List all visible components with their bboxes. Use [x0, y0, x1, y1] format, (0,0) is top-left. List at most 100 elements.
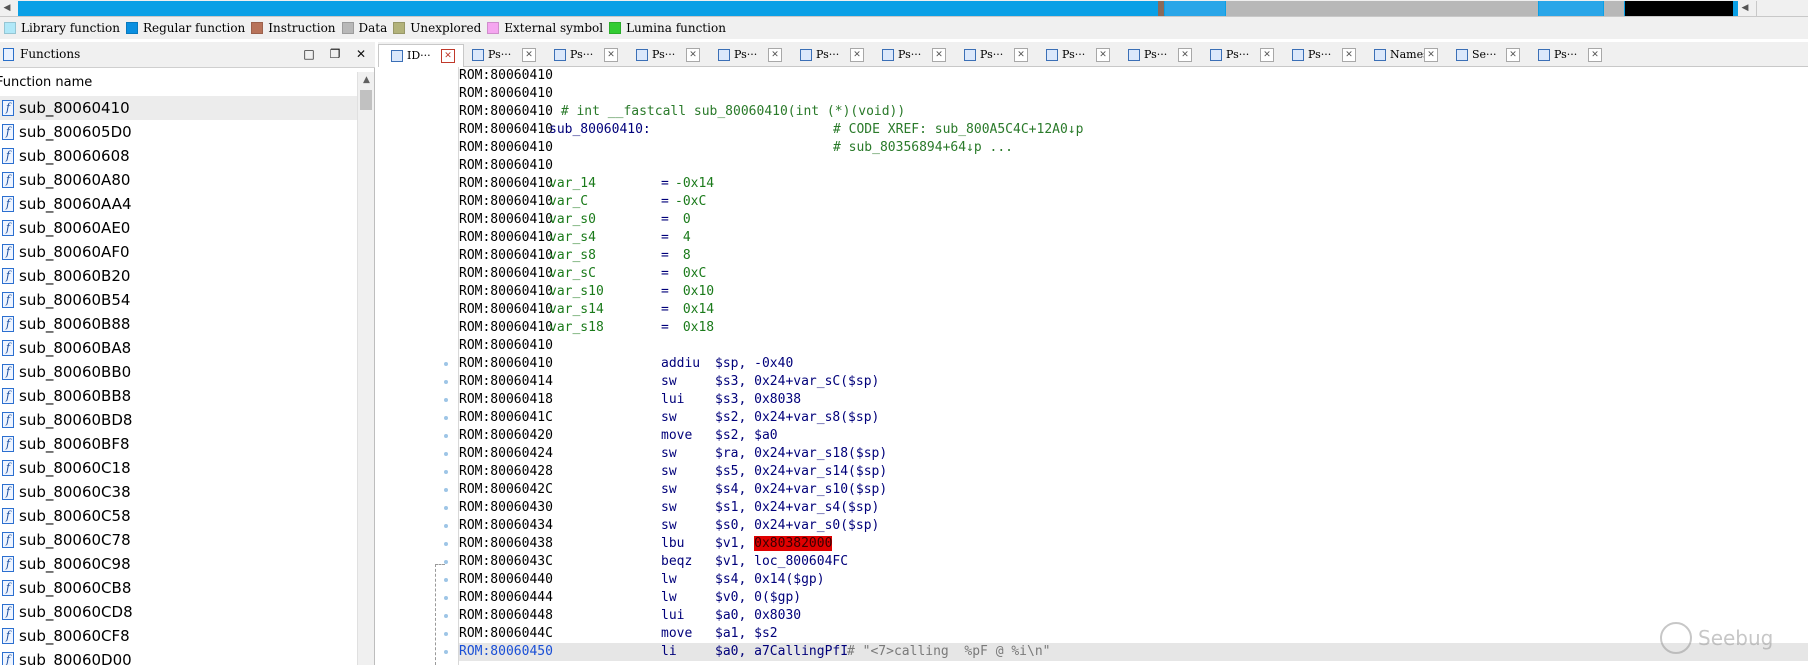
- function-list-item[interactable]: f sub_80060AF0: [0, 240, 357, 264]
- instruction-operands[interactable]: $s2, $a0: [715, 427, 778, 445]
- instruction-operands[interactable]: $v0, 0($gp): [715, 589, 801, 607]
- disassembly-line[interactable]: ROM:80060410: [459, 337, 1808, 355]
- stack-variable[interactable]: var_s10: [549, 283, 604, 301]
- functions-vertical-scrollbar[interactable]: ▲: [357, 72, 374, 665]
- instruction-operands[interactable]: $ra, 0x24+var_s18($sp): [715, 445, 887, 463]
- disassembly-line[interactable]: ROM:80060438 lbu $v1, 0x80382000: [459, 535, 1808, 553]
- instruction-operands[interactable]: $s3, 0x24+var_sC($sp): [715, 373, 879, 391]
- tab-close-icon[interactable]: ✕: [1588, 48, 1602, 62]
- tab[interactable]: Ps··· ✕: [1280, 44, 1366, 66]
- function-list-item[interactable]: f sub_80060BA8: [0, 336, 357, 360]
- disassembly-line[interactable]: ROM:80060410 addiu $sp, -0x40: [459, 355, 1808, 373]
- disassembly-line[interactable]: ROM:8006042C sw $s4, 0x24+var_s10($sp): [459, 481, 1808, 499]
- tab-close-icon[interactable]: ✕: [1014, 48, 1028, 62]
- disassembly-line[interactable]: ROM:80060444 lw $v0, 0($gp): [459, 589, 1808, 607]
- stack-variable[interactable]: var_C: [549, 193, 588, 211]
- tab-close-icon[interactable]: ✕: [604, 48, 618, 62]
- instruction-operands[interactable]: $s2, 0x24+var_s8($sp): [715, 409, 879, 427]
- tab[interactable]: Ps··· ✕: [1526, 44, 1612, 66]
- disassembly-line[interactable]: ROM:80060418 lui $s3, 0x8038: [459, 391, 1808, 409]
- instruction-operands[interactable]: $v1, 0x80382000: [715, 535, 833, 553]
- function-list-item[interactable]: f sub_80060AE0: [0, 216, 357, 240]
- disassembly-line[interactable]: ROM:8006043C beqz $v1, loc_800604FC: [459, 553, 1808, 571]
- nav-left-arrow-icon[interactable]: ◀: [0, 0, 14, 17]
- instruction-mnemonic[interactable]: sw: [661, 373, 677, 391]
- xref-comment[interactable]: # CODE XREF: sub_800A5C4C+12A0↓p: [833, 121, 1083, 139]
- breakpoint-marker-icon[interactable]: [444, 596, 448, 600]
- instruction-mnemonic[interactable]: sw: [661, 499, 677, 517]
- disassembly-line[interactable]: ROM:80060410: [459, 85, 1808, 103]
- instruction-mnemonic[interactable]: addiu: [661, 355, 700, 373]
- disassembly-line[interactable]: ROM:80060410 var_s14 = 0x14: [459, 301, 1808, 319]
- function-list-item[interactable]: f sub_80060410: [0, 96, 357, 120]
- disassembly-line[interactable]: ROM:80060410: [459, 67, 1808, 85]
- function-label[interactable]: sub_80060410:: [549, 121, 651, 139]
- xref-comment[interactable]: # sub_80356894+64↓p ...: [833, 139, 1013, 157]
- breakpoint-marker-icon[interactable]: [444, 632, 448, 636]
- breakpoint-marker-icon[interactable]: [444, 452, 448, 456]
- function-list-item[interactable]: f sub_800605D0: [0, 120, 357, 144]
- function-list-item[interactable]: f sub_80060AA4: [0, 192, 357, 216]
- stack-variable[interactable]: var_s14: [549, 301, 604, 319]
- tab-close-icon[interactable]: ✕: [441, 49, 455, 63]
- function-list-item[interactable]: f sub_80060CB8: [0, 576, 357, 600]
- minimize-icon[interactable]: □: [300, 45, 318, 63]
- disassembly-line[interactable]: ROM:80060448 lui $a0, 0x8030: [459, 607, 1808, 625]
- function-list-item[interactable]: f sub_80060608: [0, 144, 357, 168]
- disassembly-line[interactable]: ROM:80060440 lw $s4, 0x14($gp): [459, 571, 1808, 589]
- tab[interactable]: Ps··· ✕: [1034, 44, 1120, 66]
- breakpoint-marker-icon[interactable]: [444, 560, 448, 564]
- instruction-mnemonic[interactable]: lw: [661, 571, 677, 589]
- stack-variable[interactable]: var_14: [549, 175, 596, 193]
- breakpoint-marker-icon[interactable]: [444, 542, 448, 546]
- instruction-mnemonic[interactable]: lbu: [661, 535, 684, 553]
- disassembly-line[interactable]: ROM:80060414 sw $s3, 0x24+var_sC($sp): [459, 373, 1808, 391]
- breakpoint-marker-icon[interactable]: [444, 416, 448, 420]
- disassembly-line[interactable]: ROM:8006041C sw $s2, 0x24+var_s8($sp): [459, 409, 1808, 427]
- tab-close-icon[interactable]: ✕: [1342, 48, 1356, 62]
- breakpoint-marker-icon[interactable]: [444, 470, 448, 474]
- disassembly-line[interactable]: ROM:80060428 sw $s5, 0x24+var_s14($sp): [459, 463, 1808, 481]
- instruction-operands[interactable]: $s1, 0x24+var_s4($sp): [715, 499, 879, 517]
- navigation-band[interactable]: ◀ ◀: [0, 0, 1808, 17]
- instruction-operands[interactable]: $s4, 0x24+var_s10($sp): [715, 481, 887, 499]
- tab-close-icon[interactable]: ✕: [1096, 48, 1110, 62]
- function-list-item[interactable]: f sub_80060BB8: [0, 384, 357, 408]
- disassembly-line[interactable]: ROM:80060420 move $s2, $a0: [459, 427, 1808, 445]
- stack-variable[interactable]: var_s4: [549, 229, 596, 247]
- breakpoint-marker-icon[interactable]: [444, 650, 448, 654]
- tab[interactable]: Ps··· ✕: [1116, 44, 1202, 66]
- instruction-mnemonic[interactable]: lui: [661, 391, 684, 409]
- instruction-mnemonic[interactable]: lw: [661, 589, 677, 607]
- tab[interactable]: Ps··· ✕: [624, 44, 710, 66]
- tab[interactable]: ID··· ✕: [378, 44, 464, 68]
- function-list-item[interactable]: f sub_80060BD8: [0, 408, 357, 432]
- function-list-item[interactable]: f sub_80060C58: [0, 504, 357, 528]
- disassembly-line[interactable]: ROM:80060410 var_s10 = 0x10: [459, 283, 1808, 301]
- instruction-operands[interactable]: $s0, 0x24+var_s0($sp): [715, 517, 879, 535]
- instruction-operands[interactable]: $s4, 0x14($gp): [715, 571, 825, 589]
- instruction-operands[interactable]: $s3, 0x8038: [715, 391, 801, 409]
- scroll-thumb[interactable]: [360, 90, 372, 110]
- disassembly-line[interactable]: ROM:80060430 sw $s1, 0x24+var_s4($sp): [459, 499, 1808, 517]
- instruction-mnemonic[interactable]: lui: [661, 607, 684, 625]
- tab-close-icon[interactable]: ✕: [1178, 48, 1192, 62]
- function-list-item[interactable]: f sub_80060B54: [0, 288, 357, 312]
- disassembly-view[interactable]: ROM:80060410 ROM:80060410 ROM:80060410 # i…: [378, 67, 1808, 665]
- tab-close-icon[interactable]: ✕: [1260, 48, 1274, 62]
- disassembly-line[interactable]: ROM:80060410 var_s18 = 0x18: [459, 319, 1808, 337]
- function-list-item[interactable]: f sub_80060CD8: [0, 600, 357, 624]
- instruction-operands[interactable]: $a0, 0x8030: [715, 607, 801, 625]
- disassembly-listing[interactable]: ROM:80060410 ROM:80060410 ROM:80060410 # i…: [459, 67, 1808, 665]
- breakpoint-marker-icon[interactable]: [444, 578, 448, 582]
- function-list-item[interactable]: f sub_80060D00: [0, 648, 357, 665]
- disassembly-line[interactable]: ROM:80060410 var_C = -0xC: [459, 193, 1808, 211]
- stack-variable[interactable]: var_sC: [549, 265, 596, 283]
- function-list-item[interactable]: f sub_80060C18: [0, 456, 357, 480]
- disassembly-line[interactable]: ROM:80060410 # sub_80356894+64↓p ...: [459, 139, 1808, 157]
- tab-close-icon[interactable]: ✕: [1506, 48, 1520, 62]
- function-list-item[interactable]: f sub_80060C38: [0, 480, 357, 504]
- instruction-mnemonic[interactable]: move: [661, 625, 692, 643]
- disassembly-line[interactable]: ROM:80060434 sw $s0, 0x24+var_s0($sp): [459, 517, 1808, 535]
- function-list-item[interactable]: f sub_80060C78: [0, 528, 357, 552]
